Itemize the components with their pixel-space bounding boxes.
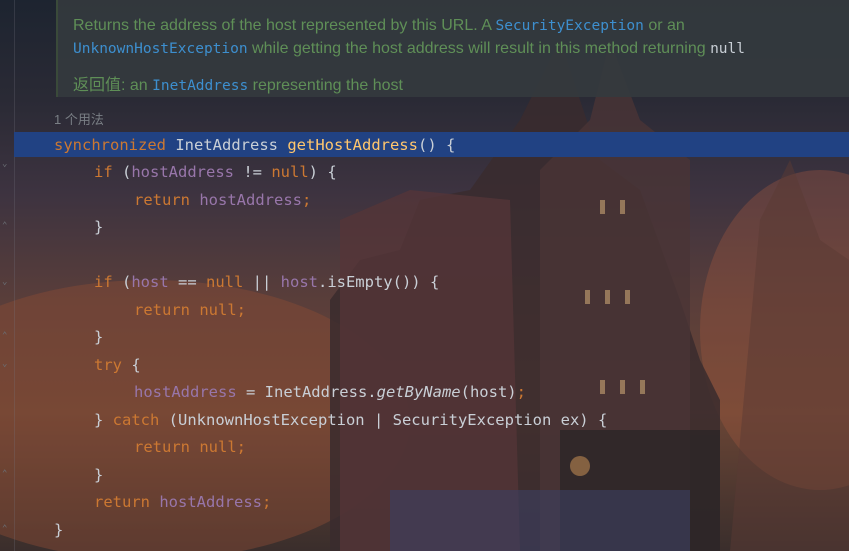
code-line[interactable]: return null; — [134, 297, 246, 323]
fold-marker-icon[interactable]: ⌄ — [2, 160, 11, 169]
code-line-method-signature[interactable]: synchronized InetAddress getHostAddress(… — [54, 132, 455, 158]
method-call: .isEmpty()) { — [317, 273, 440, 291]
semicolon: ; — [516, 383, 526, 401]
semicolon: ; — [261, 493, 272, 511]
code-line[interactable]: } — [94, 214, 103, 240]
class-reference: = InetAddress. — [236, 383, 377, 401]
field: host — [280, 273, 318, 291]
fold-marker-icon[interactable]: ⌃ — [2, 332, 11, 341]
keyword: if — [94, 273, 113, 291]
doc-link-security-exception[interactable]: SecurityException — [495, 18, 643, 34]
doc-line-2: UnknownHostException while getting the h… — [73, 40, 745, 58]
keyword: return — [94, 493, 150, 511]
punctuation: ( — [112, 163, 132, 181]
punctuation: } — [94, 411, 113, 429]
punctuation: ) { — [308, 163, 337, 181]
doc-line-returns: 返回值: an InetAddress representing the hos… — [73, 71, 403, 95]
doc-text: while getting the host address will resu… — [247, 40, 711, 57]
return-type: InetAddress — [175, 136, 278, 154]
javadoc-panel: Returns the address of the host represen… — [56, 0, 849, 97]
operator: || — [243, 273, 281, 291]
static-method-call[interactable]: getByName — [377, 383, 461, 401]
doc-link-unknown-host-exception[interactable]: UnknownHostException — [73, 41, 248, 57]
doc-text: or an — [643, 17, 685, 34]
keyword: null — [190, 438, 237, 456]
keyword: synchronized — [54, 136, 166, 154]
arguments: (host) — [460, 383, 517, 401]
doc-null-literal: null — [710, 41, 745, 57]
fold-marker-icon[interactable]: ⌃ — [2, 470, 11, 479]
operator: == — [168, 273, 206, 291]
code-line[interactable]: return hostAddress; — [94, 489, 271, 515]
keyword: null — [271, 163, 309, 181]
semicolon: ; — [236, 438, 247, 456]
keyword: return — [134, 301, 190, 319]
code-line[interactable]: hostAddress = InetAddress.getByName(host… — [134, 379, 526, 405]
code-line[interactable]: if (host == null || host.isEmpty()) { — [94, 269, 439, 295]
code-line[interactable]: return null; — [134, 434, 246, 460]
punctuation: () { — [417, 136, 456, 154]
doc-text: representing the host — [248, 77, 403, 94]
code-line[interactable]: } — [94, 462, 103, 488]
doc-link-inetaddress[interactable]: InetAddress — [152, 78, 248, 94]
field: host — [131, 273, 169, 291]
keyword: null — [190, 301, 237, 319]
method-name[interactable]: getHostAddress — [287, 136, 418, 154]
keyword: return — [134, 438, 190, 456]
punctuation: ( — [112, 273, 132, 291]
fold-marker-icon[interactable]: ⌄ — [2, 360, 11, 369]
field: hostAddress — [131, 163, 234, 181]
code-line[interactable]: return hostAddress; — [134, 187, 311, 213]
punctuation: { — [122, 356, 141, 374]
code-line[interactable]: try { — [94, 352, 141, 378]
doc-text: Returns the address of the host represen… — [73, 17, 496, 34]
keyword: null — [206, 273, 244, 291]
keyword: try — [94, 356, 122, 374]
fold-marker-icon[interactable]: ⌃ — [2, 525, 11, 534]
code-line[interactable]: } — [54, 517, 63, 543]
keyword: catch — [112, 411, 160, 429]
doc-text: an — [129, 77, 153, 94]
fold-marker-icon[interactable]: ⌄ — [2, 278, 11, 287]
code-line[interactable]: } catch (UnknownHostException | Security… — [94, 407, 607, 433]
usage-hint[interactable]: 1 个用法 — [54, 109, 104, 128]
operator: != — [234, 163, 272, 181]
code-line[interactable]: } — [94, 324, 103, 350]
field: hostAddress — [150, 493, 262, 511]
semicolon: ; — [301, 191, 312, 209]
semicolon: ; — [236, 301, 247, 319]
keyword: return — [134, 191, 190, 209]
fold-marker-icon[interactable]: ⌃ — [2, 222, 11, 231]
code-line[interactable]: if (hostAddress != null) { — [94, 159, 337, 185]
field: hostAddress — [190, 191, 302, 209]
field: hostAddress — [134, 383, 237, 401]
catch-clause: (UnknownHostException | SecurityExceptio… — [159, 411, 608, 429]
doc-returns-label: 返回值: — [73, 77, 130, 94]
keyword: if — [94, 163, 113, 181]
doc-line-1: Returns the address of the host represen… — [73, 17, 685, 35]
